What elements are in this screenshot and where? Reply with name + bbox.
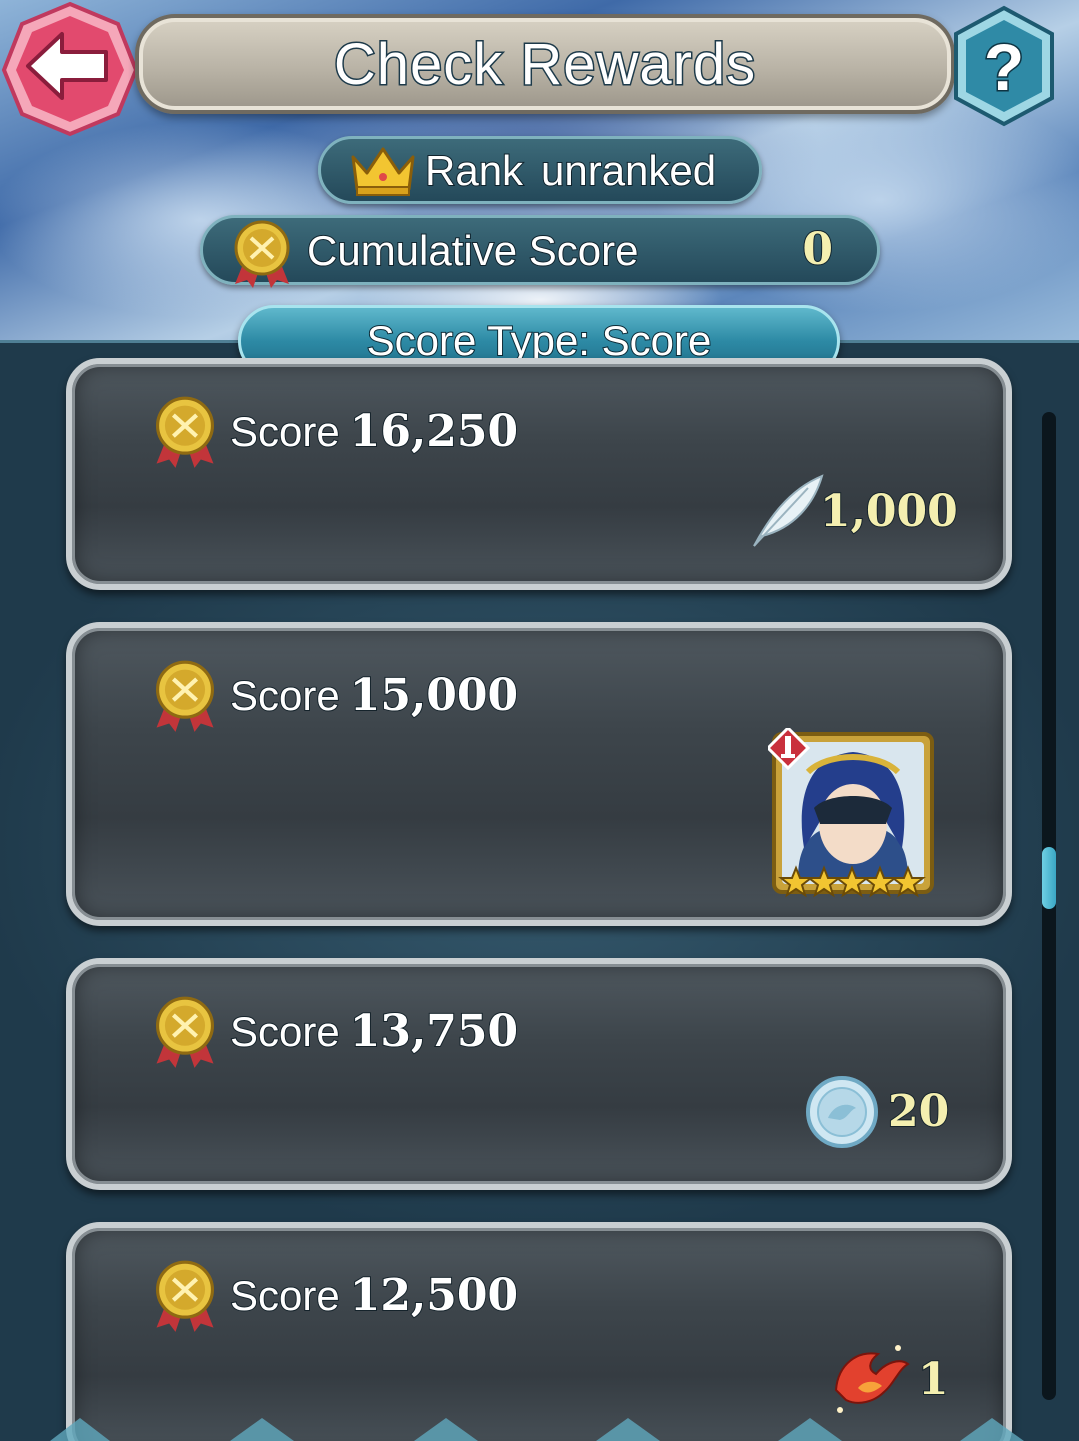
rank-label: Rank	[424, 146, 524, 195]
score-label: Score	[229, 671, 341, 720]
medal-icon	[155, 1260, 215, 1332]
bottom-decoration	[50, 1418, 1024, 1441]
score-value: 12,500	[349, 1269, 519, 1322]
reward-amount: 20	[887, 1085, 950, 1138]
question-mark-icon: ?	[984, 30, 1024, 104]
score-label: Score	[229, 1007, 341, 1056]
reward-amount: 1,000	[819, 485, 959, 538]
title-banner: Check Rewards	[135, 14, 955, 114]
scrollbar-track[interactable]	[1042, 412, 1056, 1400]
rank-display: Rank unranked	[318, 136, 762, 204]
hero-portrait[interactable]	[768, 728, 938, 898]
score-label: Score	[229, 1271, 341, 1320]
reward-card: Score 12,500 1	[66, 1222, 1012, 1441]
reward-score: Score 16,250	[229, 405, 519, 458]
score-value: 16,250	[349, 405, 519, 458]
medal-icon	[155, 996, 215, 1068]
badge-coin-icon	[806, 1076, 878, 1148]
rank-value: unranked	[540, 146, 717, 195]
score-value: 15,000	[349, 669, 519, 722]
reward-score: Score 12,500	[229, 1269, 519, 1322]
reward-score: Score 15,000	[229, 669, 519, 722]
feather-icon	[753, 474, 824, 547]
reward-card: Score 13,750 20	[66, 958, 1012, 1190]
page-title: Check Rewards	[332, 30, 757, 98]
crown-icon	[351, 147, 415, 196]
reward-card: Score 15,000	[66, 622, 1012, 926]
reward-score: Score 13,750	[229, 1005, 519, 1058]
score-label: Score	[229, 407, 341, 456]
help-button[interactable]: ?	[948, 4, 1060, 128]
scrollbar-thumb[interactable]	[1042, 847, 1056, 909]
score-value: 13,750	[349, 1005, 519, 1058]
reward-card: Score 16,250 1,000	[66, 358, 1012, 590]
medal-icon	[155, 396, 215, 468]
phoenix-icon	[834, 1345, 910, 1413]
back-button[interactable]	[0, 0, 140, 138]
medal-icon	[234, 220, 290, 288]
cumulative-score-value: 0	[801, 223, 834, 276]
cumulative-score-label: Cumulative Score	[306, 226, 639, 275]
medal-icon	[155, 660, 215, 732]
cumulative-score-display: Cumulative Score 0	[200, 215, 880, 288]
reward-amount: 1	[917, 1353, 950, 1406]
